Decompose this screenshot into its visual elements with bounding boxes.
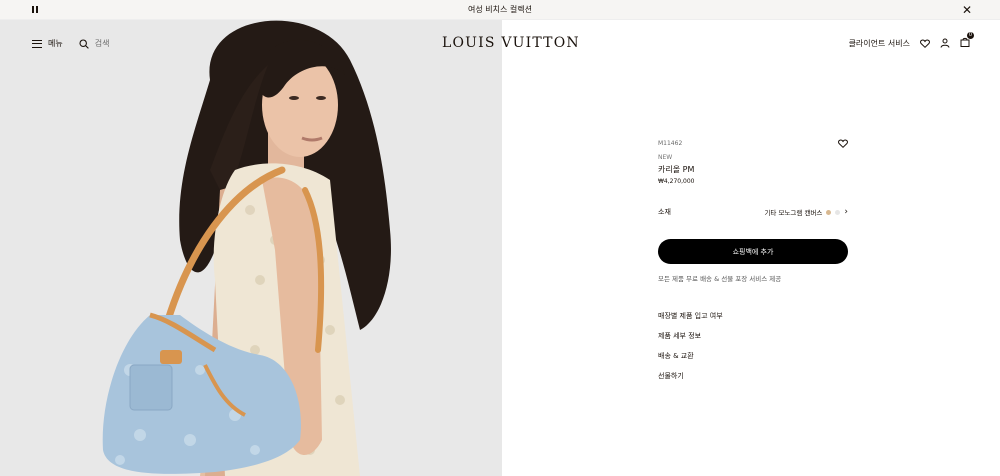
new-badge: NEW bbox=[658, 154, 673, 161]
search-icon bbox=[79, 38, 89, 49]
material-swatch-alt bbox=[835, 209, 841, 215]
pause-icon[interactable] bbox=[32, 5, 42, 15]
chevron-right-icon: › bbox=[844, 207, 848, 217]
announcement-text[interactable]: 여성 비치스 컬렉션 bbox=[468, 4, 532, 15]
user-icon[interactable] bbox=[940, 38, 950, 48]
bag-count-badge: 0 bbox=[967, 32, 974, 39]
product-sku: M11462 bbox=[658, 139, 683, 147]
heart-icon[interactable] bbox=[920, 39, 930, 48]
info-link-store-stock[interactable]: 매장별 제품 입고 여부 bbox=[658, 311, 848, 321]
sku-row: M11462 bbox=[658, 138, 848, 148]
brand-logo[interactable]: LOUIS VUITTON bbox=[442, 35, 580, 51]
hamburger-icon bbox=[32, 39, 42, 48]
search-label: 검색 bbox=[94, 39, 110, 48]
close-icon[interactable]: ✕ bbox=[962, 3, 972, 17]
product-name: 카리올 PM bbox=[658, 165, 695, 174]
info-link-shipping[interactable]: 배송 & 교환 bbox=[658, 351, 848, 361]
info-link-gift[interactable]: 선물하기 bbox=[658, 371, 848, 381]
material-label: 소재 bbox=[658, 208, 671, 216]
info-link-product-details[interactable]: 제품 세부 정보 bbox=[658, 331, 848, 341]
search-button[interactable]: 검색 bbox=[79, 38, 110, 49]
material-value: 기타 모노그램 캔버스 bbox=[764, 209, 823, 217]
product-panel: M11462 NEW 카리올 PM ₩4,270,000 소재 기타 모노그램 … bbox=[658, 138, 848, 391]
service-notice: 모든 제품 무료 배송 & 선물 포장 서비스 제공 bbox=[658, 275, 782, 283]
menu-button[interactable]: 메뉴 bbox=[32, 38, 63, 49]
product-price: ₩4,270,000 bbox=[658, 178, 695, 185]
material-value-group: 기타 모노그램 캔버스 › bbox=[764, 207, 848, 217]
hero-image bbox=[0, 20, 502, 476]
header-left-nav: 메뉴 검색 bbox=[32, 38, 109, 49]
material-swatch bbox=[826, 209, 832, 215]
info-links: 매장별 제품 입고 여부 제품 세부 정보 배송 & 교환 선물하기 bbox=[658, 311, 848, 381]
model-with-bag-illustration bbox=[0, 20, 502, 476]
header-right-nav: 클라이언트 서비스 0 bbox=[849, 32, 974, 49]
shopping-bag-button[interactable]: 0 bbox=[960, 32, 974, 49]
add-to-bag-button[interactable]: 쇼핑백에 추가 bbox=[658, 239, 848, 264]
announcement-bar: 여성 비치스 컬렉션 ✕ bbox=[0, 0, 1000, 20]
heart-icon[interactable] bbox=[838, 139, 848, 148]
client-service-link[interactable]: 클라이언트 서비스 bbox=[849, 38, 910, 49]
material-selector[interactable]: 소재 기타 모노그램 캔버스 › bbox=[658, 207, 848, 217]
site-header: 메뉴 검색 LOUIS VUITTON 클라이언트 서비스 0 bbox=[0, 20, 1000, 66]
menu-label: 메뉴 bbox=[48, 39, 63, 48]
